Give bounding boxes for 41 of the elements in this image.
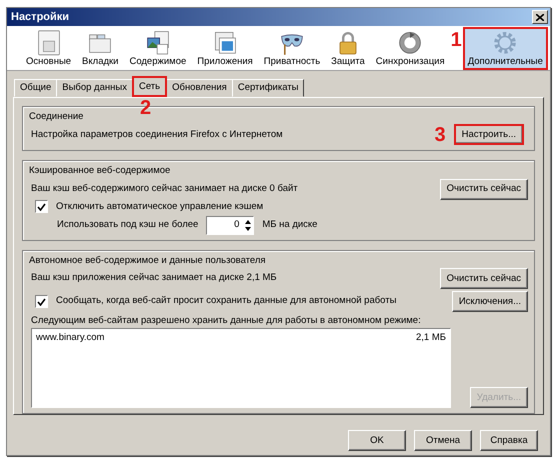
description-text: Настройка параметров соединения Firefox с Интернетом: [31, 128, 283, 142]
dialog-button[interactable]: OK: [348, 430, 406, 451]
toolbar-item[interactable]: Вкладки: [77, 27, 124, 70]
close-button[interactable]: [532, 10, 548, 24]
tab[interactable]: Выбор данных: [56, 79, 133, 97]
toolbar-item[interactable]: Основные: [21, 27, 76, 70]
toolbar-item[interactable]: Приватность: [258, 27, 326, 70]
toolbar-item[interactable]: Синхронизация: [370, 27, 450, 70]
callout-number: 2: [140, 98, 152, 118]
checkbox[interactable]: [35, 200, 48, 214]
checkbox-label[interactable]: Сообщать, когда веб-сайт просит сохранить данные для автономной работы: [56, 294, 396, 309]
settings-button[interactable]: Настроить...: [454, 124, 524, 146]
callout-number: 1: [450, 30, 462, 50]
field-label: Использовать под кэш не более: [57, 218, 198, 232]
unit-label: МБ на диске: [262, 218, 318, 232]
number-field[interactable]: 0: [206, 216, 254, 235]
callout-number: 3: [434, 124, 446, 145]
toolbar-item[interactable]: Дополнительные: [462, 27, 548, 70]
list-caption: Следующим веб-сайтам разрешено хранить данные для работы в автономном режиме:: [31, 314, 422, 328]
checkbox-label[interactable]: Отключить автоматическое управление кэшем: [56, 200, 264, 214]
tab[interactable]: Сертификаты: [232, 79, 304, 97]
tab[interactable]: Сеть: [132, 76, 168, 97]
checkbox[interactable]: [35, 295, 48, 308]
group-title: Автономное веб-содержимое и данные пользователя: [27, 254, 268, 268]
description-text: Ваш кэш приложения сейчас занимает на диске 2,1 МБ: [31, 271, 277, 286]
close-icon: [536, 14, 544, 20]
site-size: 2,1 МБ: [416, 331, 446, 346]
check-icon: [37, 298, 46, 306]
dialog-button[interactable]: Отмена: [414, 430, 472, 451]
clear-button[interactable]: Очистить сейчас: [440, 178, 528, 200]
dialog-button[interactable]: Справка: [480, 430, 538, 451]
tab[interactable]: Общие: [14, 79, 58, 97]
site-name[interactable]: www.binary.com: [36, 331, 104, 346]
toolbar-item[interactable]: Защита: [326, 27, 370, 70]
toolbar-item[interactable]: Содержимое: [124, 27, 192, 70]
check-icon: [37, 202, 46, 211]
clear-button[interactable]: Очистить сейчас: [440, 268, 528, 289]
exceptions-button[interactable]: Исключения...: [452, 291, 528, 312]
toolbar-item[interactable]: Приложения: [192, 27, 258, 70]
window-title: Настройки: [11, 10, 70, 25]
description-text: Ваш кэш веб-содержимого сейчас занимает на диске 0 байт: [31, 182, 298, 196]
